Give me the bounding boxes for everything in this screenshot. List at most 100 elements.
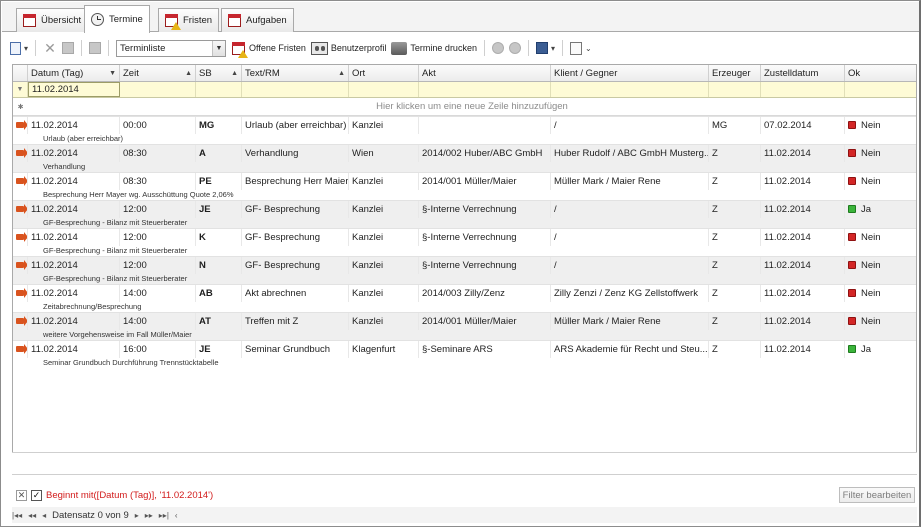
cell-zeit[interactable]: 12:00 (120, 200, 196, 218)
cell-datum[interactable]: 11.02.2014 (28, 200, 120, 218)
table-row[interactable]: 11.02.2014 08:30 PE Besprechung Herr Maier K… (13, 172, 916, 190)
column-header-datum[interactable]: Datum (Tag) ▼ (28, 65, 120, 81)
cell-erzeuger[interactable]: Z (709, 172, 761, 190)
column-header-ort[interactable]: Ort (349, 65, 419, 81)
table-row[interactable]: 11.02.2014 12:00 N GF- Besprechung Kanzlei §-… (13, 256, 916, 274)
cell-erzeuger[interactable]: Z (709, 256, 761, 274)
cell-sb[interactable]: N (196, 256, 242, 274)
cell-datum[interactable]: 11.02.2014 (28, 172, 120, 190)
table-row[interactable]: 11.02.2014 00:00 MG Urlaub (aber erreichbar… (13, 116, 916, 134)
cell-zeit[interactable]: 16:00 (120, 340, 196, 358)
cell-text[interactable]: GF- Besprechung (242, 228, 349, 246)
table-row[interactable]: 11.02.2014 14:00 AT Treffen mit Z Kanzlei 201… (13, 312, 916, 330)
cell-sb[interactable]: AB (196, 284, 242, 302)
cell-akt[interactable]: §-Interne Verrechnung (419, 228, 551, 246)
cell-zustelldatum[interactable]: 11.02.2014 (761, 200, 845, 218)
previous-record-icon[interactable]: ◂ (42, 511, 46, 520)
clear-filter-icon[interactable]: ✕ (16, 489, 27, 501)
last-record-icon[interactable]: ▸▸| (159, 511, 169, 520)
cell-sb[interactable]: AT (196, 312, 242, 330)
tab-aufgaben[interactable]: Aufgaben (221, 8, 294, 32)
cell-datum[interactable]: 11.02.2014 (28, 144, 120, 162)
view-select[interactable]: Terminliste ▼ (116, 39, 227, 57)
cell-zeit[interactable]: 08:30 (120, 172, 196, 190)
cell-erzeuger[interactable]: Z (709, 228, 761, 246)
delete-button[interactable]: ✕ (43, 38, 57, 58)
tools-button[interactable]: ⌄ (569, 38, 592, 58)
cell-text[interactable]: Verhandlung (242, 144, 349, 162)
cell-klient[interactable]: / (551, 200, 709, 218)
cell-sb[interactable]: MG (196, 116, 242, 134)
cell-text[interactable]: GF- Besprechung (242, 256, 349, 274)
cell-zustelldatum[interactable]: 11.02.2014 (761, 144, 845, 162)
cell-text[interactable]: GF- Besprechung (242, 200, 349, 218)
filter-cell[interactable] (709, 82, 761, 97)
column-header-zustelldatum[interactable]: Zustelldatum (761, 65, 845, 81)
tab-fristen[interactable]: Fristen (158, 8, 220, 32)
cell-text[interactable]: Urlaub (aber erreichbar) (242, 116, 349, 134)
cell-text[interactable]: Seminar Grundbuch (242, 340, 349, 358)
cell-akt[interactable]: 2014/002 Huber/ABC GmbH (419, 144, 551, 162)
tab-termine[interactable]: Termine (84, 5, 150, 33)
cell-klient[interactable]: Müller Mark / Maier Rene (551, 312, 709, 330)
cell-zustelldatum[interactable]: 11.02.2014 (761, 256, 845, 274)
cell-ort[interactable]: Kanzlei (349, 116, 419, 134)
cell-klient[interactable]: Zilly Zenzi / Zenz KG Zellstoffwerk (551, 284, 709, 302)
scroll-left-icon[interactable]: ‹ (175, 511, 178, 520)
cell-text[interactable]: Treffen mit Z (242, 312, 349, 330)
cell-erzeuger[interactable]: Z (709, 144, 761, 162)
cell-sb[interactable]: K (196, 228, 242, 246)
cell-ok[interactable]: Ja (845, 201, 916, 218)
column-header-klient[interactable]: Klient / Gegner (551, 65, 709, 81)
cell-datum[interactable]: 11.02.2014 (28, 312, 120, 330)
cell-datum[interactable]: 11.02.2014 (28, 228, 120, 246)
cell-datum[interactable]: 11.02.2014 (28, 284, 120, 302)
cell-akt[interactable]: 2014/003 Zilly/Zenz (419, 284, 551, 302)
column-header-sb[interactable]: SB ▲ (196, 65, 242, 81)
column-header-ok[interactable]: Ok (845, 65, 916, 81)
table-row[interactable]: 11.02.2014 14:00 AB Akt abrechnen Kanzlei 201… (13, 284, 916, 302)
cell-sb[interactable]: JE (196, 340, 242, 358)
benutzerprofil-button[interactable]: Benutzerprofil (310, 38, 386, 58)
cell-ort[interactable]: Kanzlei (349, 256, 419, 274)
column-header-erzeuger[interactable]: Erzeuger (709, 65, 761, 81)
cell-ort[interactable]: Kanzlei (349, 228, 419, 246)
tab-uebersicht[interactable]: Übersicht (16, 8, 89, 32)
cell-akt[interactable]: §-Interne Verrechnung (419, 200, 551, 218)
cell-akt[interactable]: 2014/001 Müller/Maier (419, 172, 551, 190)
cell-ok[interactable]: Nein (845, 257, 916, 274)
termine-drucken-button[interactable]: Termine drucken (391, 38, 477, 58)
new-button[interactable]: ▾ (10, 38, 28, 58)
table-row[interactable]: 11.02.2014 12:00 JE GF- Besprechung Kanzlei §… (13, 200, 916, 218)
cell-zeit[interactable]: 00:00 (120, 116, 196, 134)
filter-cell[interactable] (551, 82, 709, 97)
cell-zeit[interactable]: 14:00 (120, 284, 196, 302)
cell-zeit[interactable]: 12:00 (120, 228, 196, 246)
cell-ok[interactable]: Nein (845, 145, 916, 162)
table-row[interactable]: 11.02.2014 16:00 JE Seminar Grundbuch Klagen… (13, 340, 916, 358)
next-page-icon[interactable]: ▸▸ (145, 511, 153, 520)
cell-sb[interactable]: PE (196, 172, 242, 190)
cell-ok[interactable]: Nein (845, 313, 916, 330)
filter-cell[interactable] (242, 82, 349, 97)
cell-klient[interactable]: Huber Rudolf / ABC GmbH Musterg... (551, 144, 709, 162)
cell-akt[interactable]: §-Seminare ARS (419, 340, 551, 358)
cell-erzeuger[interactable]: MG (709, 116, 761, 134)
new-row[interactable]: ✱ Hier klicken um eine neue Zeile hinzuz… (13, 98, 916, 116)
cell-ort[interactable]: Wien (349, 144, 419, 162)
offene-fristen-button[interactable]: Offene Fristen (231, 38, 306, 58)
cell-akt[interactable]: 2014/001 Müller/Maier (419, 312, 551, 330)
filter-cell-datum[interactable]: 11.02.2014 (28, 82, 120, 97)
cell-klient[interactable]: Müller Mark / Maier Rene (551, 172, 709, 190)
cell-erzeuger[interactable]: Z (709, 284, 761, 302)
previous-page-icon[interactable]: ◂◂ (28, 511, 36, 520)
cell-zustelldatum[interactable]: 11.02.2014 (761, 340, 845, 358)
cell-ok[interactable]: Nein (845, 173, 916, 190)
cell-zustelldatum[interactable]: 11.02.2014 (761, 172, 845, 190)
cell-datum[interactable]: 11.02.2014 (28, 256, 120, 274)
cell-erzeuger[interactable]: Z (709, 340, 761, 358)
cell-akt[interactable] (419, 116, 551, 134)
cell-zeit[interactable]: 12:00 (120, 256, 196, 274)
filter-cell[interactable] (349, 82, 419, 97)
cell-akt[interactable]: §-Interne Verrechnung (419, 256, 551, 274)
